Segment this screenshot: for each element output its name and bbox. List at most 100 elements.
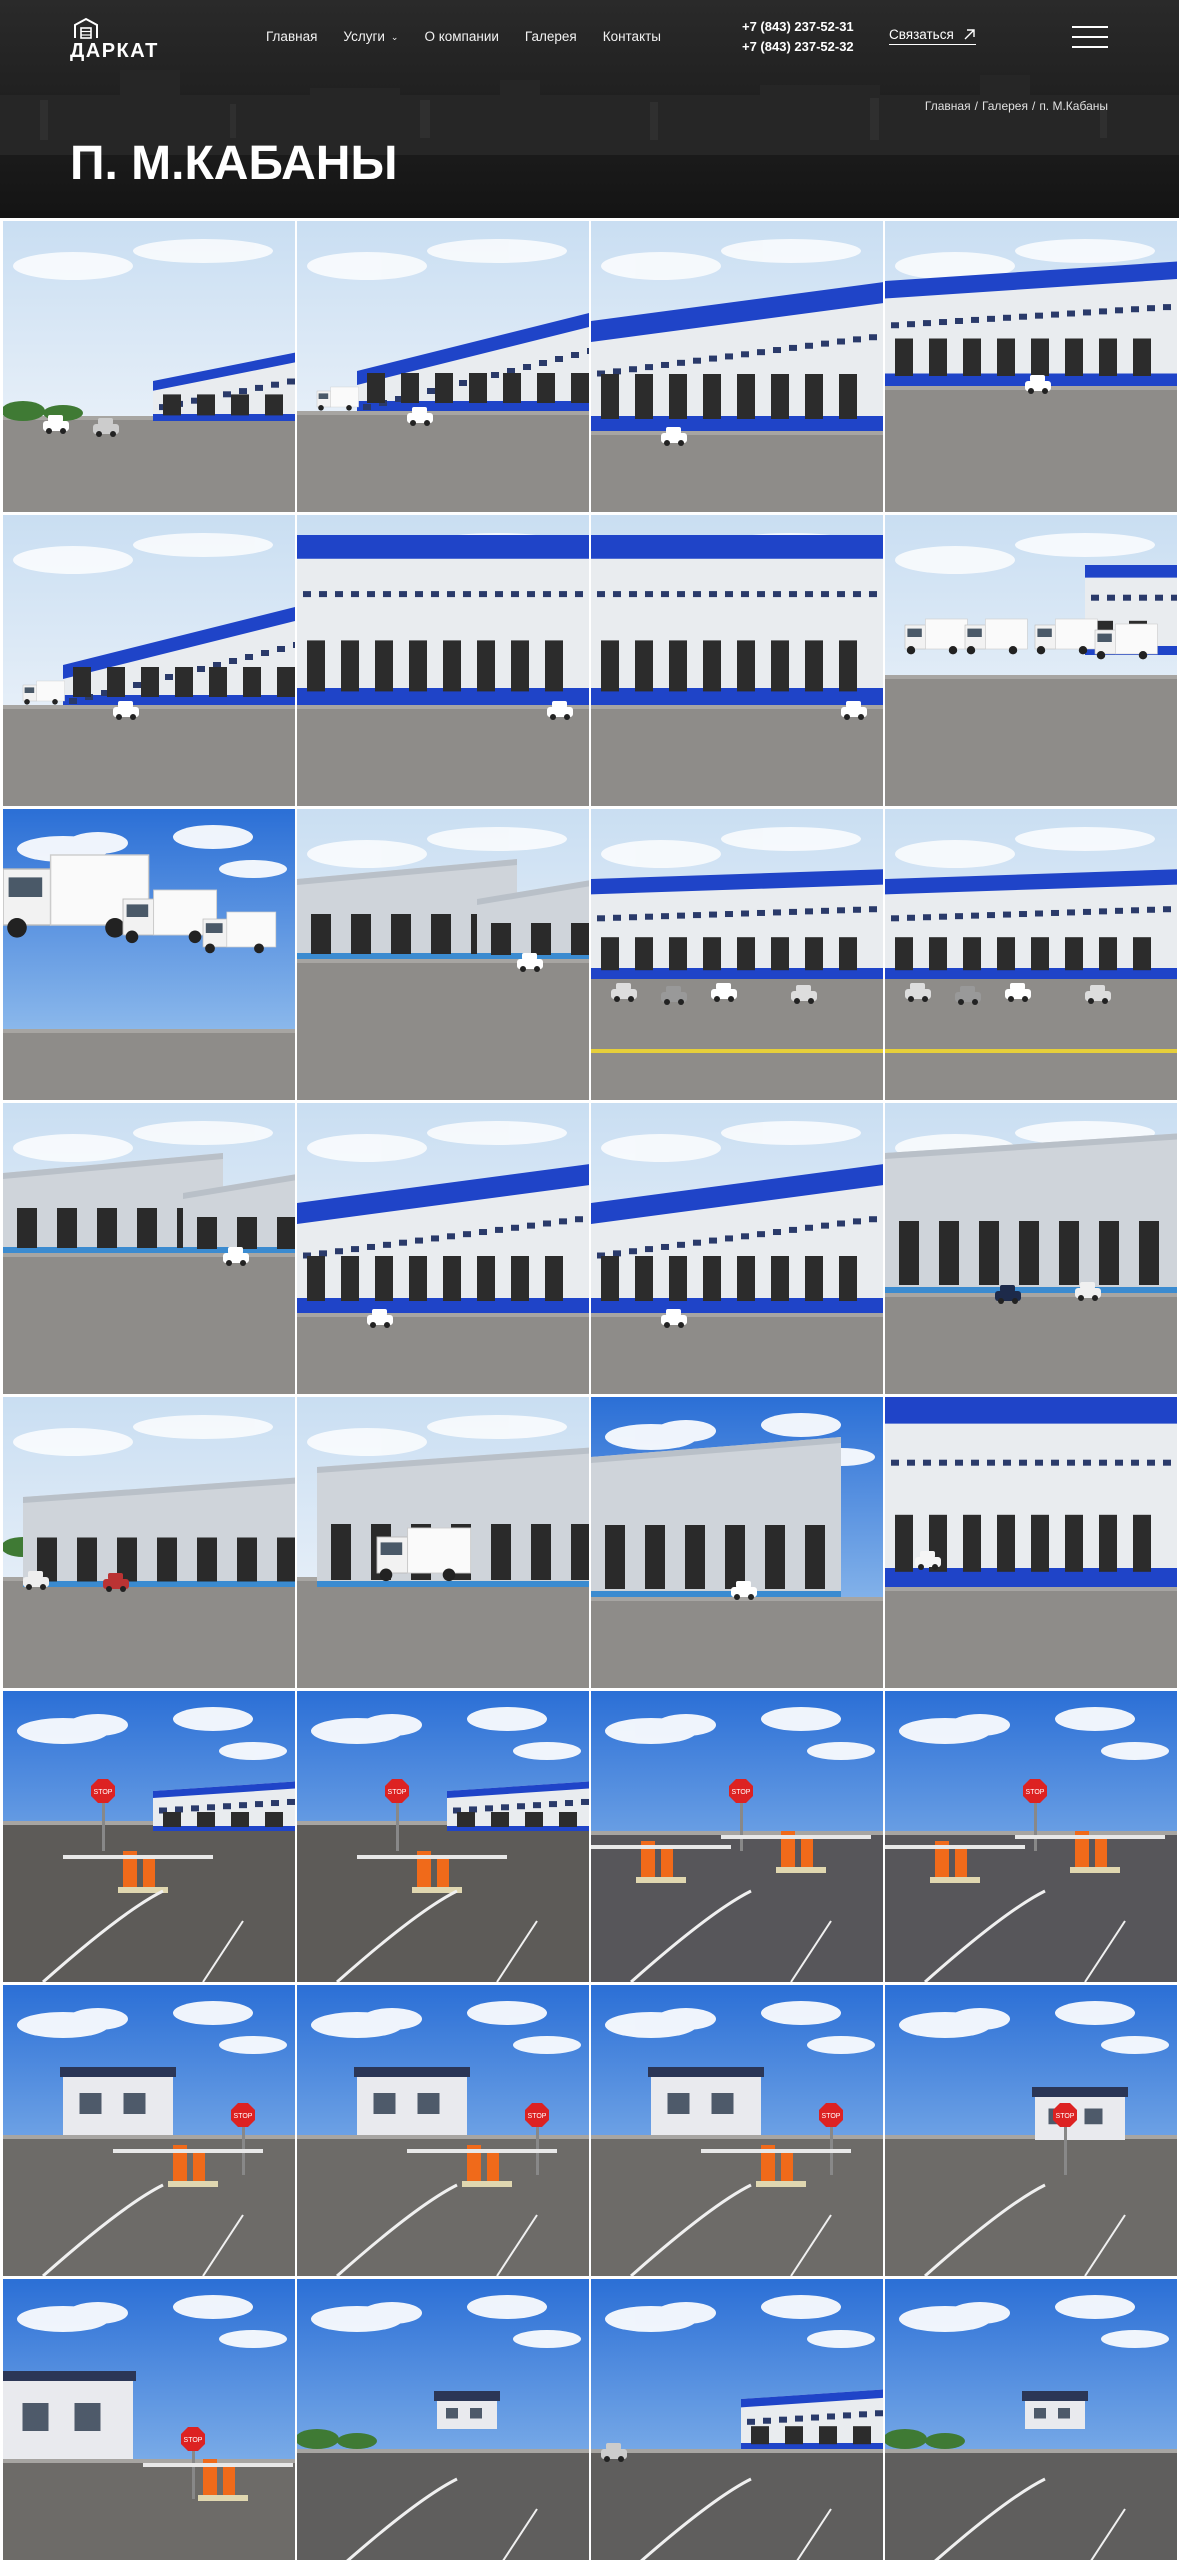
svg-text:STOP: STOP	[1026, 1789, 1045, 1796]
gallery-photo-image: STOP	[297, 1985, 589, 2276]
gallery-photo-image	[885, 221, 1177, 512]
gallery-photo-image	[591, 1397, 883, 1688]
nav-item-services[interactable]: Услуги ⌄	[343, 29, 398, 44]
gallery-photo[interactable]	[3, 1397, 295, 1688]
gallery-photo[interactable]	[297, 809, 589, 1100]
gallery-photo[interactable]: STOP	[885, 1985, 1177, 2276]
gallery-photo-image	[885, 515, 1177, 806]
nav-item-home[interactable]: Главная	[266, 29, 317, 44]
gallery-photo[interactable]	[3, 809, 295, 1100]
nav-item-gallery[interactable]: Галерея	[525, 29, 577, 44]
breadcrumb-gallery[interactable]: Галерея	[982, 99, 1028, 113]
gallery-photo-image	[591, 2279, 883, 2560]
phone-list: +7 (843) 237-52-31 +7 (843) 237-52-32	[742, 17, 882, 57]
gallery-photo-image	[885, 2279, 1177, 2560]
svg-text:STOP: STOP	[822, 2113, 841, 2120]
svg-text:STOP: STOP	[94, 1789, 113, 1796]
svg-text:STOP: STOP	[1056, 2113, 1075, 2120]
gallery-photo[interactable]	[885, 221, 1177, 512]
gallery-photo-image: STOP	[3, 1985, 295, 2276]
breadcrumb-home[interactable]: Главная	[925, 99, 971, 113]
main-nav: Главная Услуги ⌄ О компании Галерея Конта…	[266, 26, 687, 46]
gallery-photo-image	[297, 1397, 589, 1688]
gallery-photo[interactable]	[297, 1103, 589, 1394]
phone-link[interactable]: +7 (843) 237-52-32	[742, 37, 882, 57]
gallery-photo-image	[3, 515, 295, 806]
gallery-photo-image	[591, 809, 883, 1100]
nav-label: Главная	[266, 28, 318, 44]
gallery-photo-image	[297, 2279, 589, 2560]
burger-menu-icon[interactable]	[1072, 26, 1108, 48]
logo[interactable]: ДАРКАТ	[70, 16, 170, 62]
gallery-photo[interactable]: STOP	[3, 2279, 295, 2560]
nav-label: Контакты	[602, 28, 662, 44]
breadcrumb-current: п. М.Кабаны	[1039, 99, 1108, 113]
svg-text:STOP: STOP	[732, 1789, 751, 1796]
gallery-photo-image	[885, 1103, 1177, 1394]
gallery-photo[interactable]	[885, 515, 1177, 806]
nav-label: Услуги	[343, 28, 385, 44]
phone-link[interactable]: +7 (843) 237-52-31	[742, 17, 882, 37]
gallery-photo-image	[3, 1397, 295, 1688]
nav-label: Галерея	[524, 28, 577, 44]
gallery-photo-image	[591, 1103, 883, 1394]
gallery-photo[interactable]	[297, 221, 589, 512]
gallery-photo[interactable]	[591, 1397, 883, 1688]
gallery-photo[interactable]: STOP	[297, 1691, 589, 1982]
gallery-photo-image	[3, 809, 295, 1100]
gallery-photo-image: STOP	[591, 1691, 883, 1982]
svg-text:STOP: STOP	[388, 1789, 407, 1796]
photo-gallery: STOP STOP STOP STOP STOP STOP STOP STOP …	[0, 218, 1179, 2560]
gallery-photo[interactable]	[885, 1397, 1177, 1688]
gallery-photo[interactable]	[297, 1397, 589, 1688]
gallery-photo[interactable]	[591, 809, 883, 1100]
gallery-photo-image	[297, 809, 589, 1100]
gallery-photo[interactable]: STOP	[297, 1985, 589, 2276]
gallery-photo[interactable]	[885, 809, 1177, 1100]
gallery-photo[interactable]: STOP	[591, 1985, 883, 2276]
building-logo-icon	[74, 17, 98, 39]
gallery-photo[interactable]	[885, 1103, 1177, 1394]
gallery-photo-image: STOP	[3, 2279, 295, 2560]
gallery-photo[interactable]	[591, 515, 883, 806]
gallery-photo-image	[591, 515, 883, 806]
gallery-photo-image	[3, 1103, 295, 1394]
gallery-photo-image: STOP	[297, 1691, 589, 1982]
gallery-photo[interactable]	[297, 515, 589, 806]
gallery-photo[interactable]	[3, 1103, 295, 1394]
gallery-photo-image	[3, 221, 295, 512]
gallery-photo[interactable]: STOP	[591, 1691, 883, 1982]
gallery-photo-image	[297, 221, 589, 512]
gallery-photo-image: STOP	[3, 1691, 295, 1982]
nav-item-contacts[interactable]: Контакты	[603, 29, 661, 44]
breadcrumb: Главная / Галерея / п. М.Кабаны	[924, 99, 1108, 113]
gallery-photo[interactable]	[3, 515, 295, 806]
page-title: П. М.КАБАНЫ	[70, 137, 398, 190]
gallery-photo-image: STOP	[885, 1691, 1177, 1982]
gallery-photo[interactable]	[885, 2279, 1177, 2560]
gallery-photo[interactable]	[297, 2279, 589, 2560]
gallery-photo-image	[885, 809, 1177, 1100]
gallery-photo[interactable]	[591, 221, 883, 512]
gallery-photo[interactable]	[591, 1103, 883, 1394]
nav-item-about[interactable]: О компании	[424, 29, 498, 44]
gallery-photo[interactable]: STOP	[3, 1691, 295, 1982]
gallery-photo[interactable]: STOP	[885, 1691, 1177, 1982]
contact-button[interactable]: Связаться	[889, 27, 976, 45]
gallery-photo[interactable]: STOP	[3, 1985, 295, 2276]
chevron-down-icon: ⌄	[390, 31, 399, 42]
gallery-photo-image	[297, 1103, 589, 1394]
logo-text: ДАРКАТ	[70, 40, 159, 62]
svg-text:STOP: STOP	[234, 2113, 253, 2120]
arrow-up-right-icon	[964, 29, 975, 40]
gallery-photo[interactable]	[3, 221, 295, 512]
gallery-photo-image: STOP	[591, 1985, 883, 2276]
nav-label: О компании	[424, 28, 499, 44]
gallery-photo-image	[885, 1397, 1177, 1688]
svg-text:STOP: STOP	[184, 2437, 203, 2444]
site-header: ДАРКАТ Главная Услуги ⌄ О компании Галере…	[0, 0, 1179, 218]
contact-button-label: Связаться	[889, 27, 954, 42]
gallery-photo[interactable]	[591, 2279, 883, 2560]
gallery-photo-image	[591, 221, 883, 512]
gallery-photo-image	[297, 515, 589, 806]
